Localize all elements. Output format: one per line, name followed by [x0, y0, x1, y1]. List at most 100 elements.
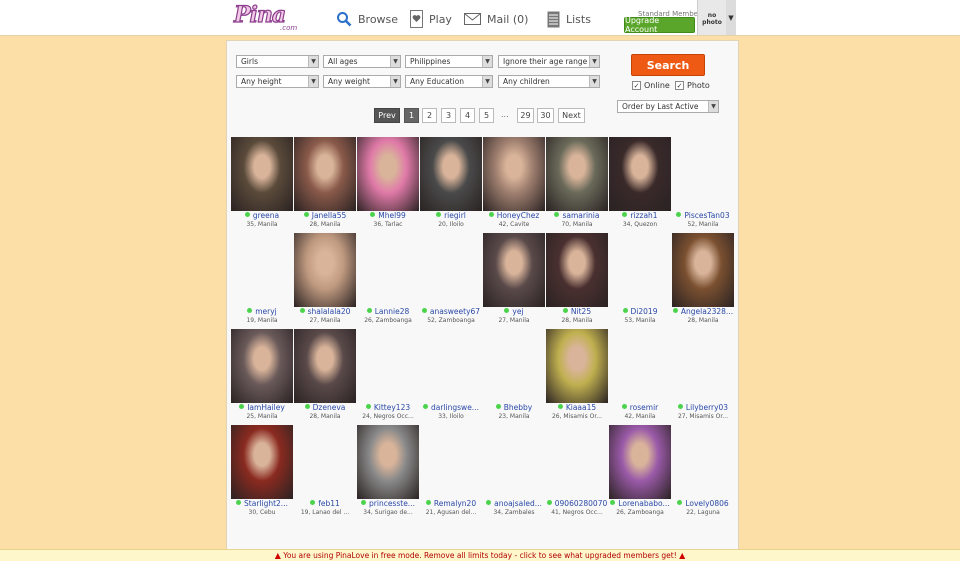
- profile-card[interactable]: Lilyberry03 27, Misamis Or...: [672, 329, 734, 425]
- profile-name[interactable]: Bhebby: [479, 403, 549, 412]
- children-select[interactable]: Any children ▼: [498, 75, 600, 88]
- profile-photo[interactable]: [294, 329, 356, 403]
- profile-card[interactable]: shalalala20 27, Manila: [294, 233, 356, 329]
- profile-card[interactable]: HoneyChez 42, Cavite: [483, 137, 545, 233]
- profile-photo[interactable]: [294, 137, 356, 211]
- profile-name[interactable]: Lannie28: [353, 307, 423, 316]
- avatar[interactable]: no photo: [697, 0, 726, 35]
- profile-name[interactable]: yej: [479, 307, 549, 316]
- page-3[interactable]: 3: [441, 108, 456, 123]
- site-logo[interactable]: Pina .com: [232, 1, 302, 34]
- profile-photo[interactable]: [483, 233, 545, 307]
- profile-photo[interactable]: [546, 137, 608, 211]
- weight-select[interactable]: Any weight ▼: [323, 75, 401, 88]
- profile-card[interactable]: Mhel99 36, Tarlac: [357, 137, 419, 233]
- profile-name[interactable]: anoajsaled...: [479, 499, 549, 508]
- profile-name[interactable]: IamHailey: [227, 403, 297, 412]
- profile-name[interactable]: rizzah1: [605, 211, 675, 220]
- profile-name[interactable]: Lovely0806: [668, 499, 738, 508]
- profile-name[interactable]: Starlight2...: [227, 499, 297, 508]
- profile-photo[interactable]: [357, 425, 419, 499]
- profile-name[interactable]: feb11: [290, 499, 360, 508]
- profile-card[interactable]: Di2019 53, Manila: [609, 233, 671, 329]
- height-select[interactable]: Any height ▼: [236, 75, 319, 88]
- profile-photo[interactable]: [294, 233, 356, 307]
- profile-name[interactable]: princesste...: [353, 499, 423, 508]
- education-select[interactable]: Any Education ▼: [405, 75, 493, 88]
- profile-card[interactable]: yej 27, Manila: [483, 233, 545, 329]
- page-2[interactable]: 2: [422, 108, 437, 123]
- profile-name[interactable]: rosemir: [605, 403, 675, 412]
- profile-photo[interactable]: [420, 137, 482, 211]
- page-4[interactable]: 4: [460, 108, 475, 123]
- profile-card[interactable]: Remalyn20 21, Agusan del...: [420, 425, 482, 521]
- profile-name[interactable]: Janella55: [290, 211, 360, 220]
- profile-name[interactable]: Di2019: [605, 307, 675, 316]
- profile-photo[interactable]: [231, 425, 293, 499]
- profile-photo[interactable]: [231, 329, 293, 403]
- profile-name[interactable]: anasweety67: [416, 307, 486, 316]
- profile-card[interactable]: Starlight2... 30, Cebu: [231, 425, 293, 521]
- profile-card[interactable]: darlingswe... 33, Iloilo: [420, 329, 482, 425]
- profile-card[interactable]: greena 35, Manila: [231, 137, 293, 233]
- profile-card[interactable]: rizzah1 34, Quezon: [609, 137, 671, 233]
- profile-name[interactable]: Kittey123: [353, 403, 423, 412]
- nav-play[interactable]: Play: [410, 9, 452, 29]
- profile-card[interactable]: Kiaaa15 26, Misamis Or...: [546, 329, 608, 425]
- nav-mail[interactable]: Mail (0): [464, 9, 528, 29]
- search-button[interactable]: Search: [631, 54, 705, 76]
- profile-photo[interactable]: [672, 233, 734, 307]
- profile-name[interactable]: HoneyChez: [479, 211, 549, 220]
- profile-card[interactable]: Lannie28 26, Zamboanga: [357, 233, 419, 329]
- profile-card[interactable]: Lovely0806 22, Laguna: [672, 425, 734, 521]
- profile-card[interactable]: PiscesTan03 52, Manila: [672, 137, 734, 233]
- profile-photo[interactable]: [546, 233, 608, 307]
- profile-card[interactable]: feb11 19, Lanao del ...: [294, 425, 356, 521]
- profile-card[interactable]: samarinia 70, Manila: [546, 137, 608, 233]
- next-button[interactable]: Next: [558, 108, 585, 123]
- profile-card[interactable]: anasweety67 52, Zamboanga: [420, 233, 482, 329]
- profile-name[interactable]: riegirl: [416, 211, 486, 220]
- profile-name[interactable]: PiscesTan03: [668, 211, 738, 220]
- profile-card[interactable]: Dzeneva 28, Manila: [294, 329, 356, 425]
- profile-name[interactable]: meryj: [227, 307, 297, 316]
- profile-card[interactable]: IamHailey 25, Manila: [231, 329, 293, 425]
- profile-photo[interactable]: [483, 137, 545, 211]
- profile-name[interactable]: 09060280070: [542, 499, 612, 508]
- upgrade-account-button[interactable]: Upgrade Account: [624, 16, 695, 34]
- profile-card[interactable]: Bhebby 23, Manila: [483, 329, 545, 425]
- profile-card[interactable]: rosemir 42, Manila: [609, 329, 671, 425]
- page-1[interactable]: 1: [404, 108, 419, 123]
- profile-card[interactable]: meryj 19, Manila: [231, 233, 293, 329]
- nav-browse[interactable]: Browse: [336, 9, 398, 29]
- chevron-down-icon[interactable]: ▼: [726, 0, 736, 35]
- profile-name[interactable]: shalalala20: [290, 307, 360, 316]
- profile-name[interactable]: Nit25: [542, 307, 612, 316]
- profile-name[interactable]: Lilyberry03: [668, 403, 738, 412]
- country-select[interactable]: Philippines ▼: [405, 55, 493, 68]
- upgrade-banner[interactable]: ▲ You are using PinaLove in free mode. R…: [0, 549, 960, 561]
- profile-card[interactable]: anoajsaled... 34, Zambales: [483, 425, 545, 521]
- profile-name[interactable]: samarinia: [542, 211, 612, 220]
- profile-card[interactable]: Angela2328... 28, Manila: [672, 233, 734, 329]
- order-select[interactable]: Order by Last Active ▼: [617, 100, 719, 113]
- profile-photo[interactable]: [231, 137, 293, 211]
- profile-name[interactable]: darlingswe...: [416, 403, 486, 412]
- profile-photo[interactable]: [357, 137, 419, 211]
- prev-button[interactable]: Prev: [374, 108, 400, 123]
- profile-photo[interactable]: [546, 329, 608, 403]
- gender-select[interactable]: Girls ▼: [236, 55, 319, 68]
- profile-name[interactable]: Lorenababo...: [605, 499, 675, 508]
- profile-card[interactable]: riegirl 20, Iloilo: [420, 137, 482, 233]
- photo-checkbox[interactable]: ✓ Photo: [675, 81, 710, 90]
- profile-card[interactable]: Lorenababo... 26, Zamboanga: [609, 425, 671, 521]
- profile-card[interactable]: Kittey123 24, Negros Occ...: [357, 329, 419, 425]
- page-30[interactable]: 30: [537, 108, 554, 123]
- profile-card[interactable]: Janella55 28, Manila: [294, 137, 356, 233]
- page-5[interactable]: 5: [479, 108, 494, 123]
- profile-photo[interactable]: [609, 425, 671, 499]
- page-29[interactable]: 29: [517, 108, 534, 123]
- online-checkbox[interactable]: ✓ Online: [632, 81, 670, 90]
- profile-card[interactable]: princesste... 34, Surigao de...: [357, 425, 419, 521]
- ages-select[interactable]: All ages ▼: [323, 55, 401, 68]
